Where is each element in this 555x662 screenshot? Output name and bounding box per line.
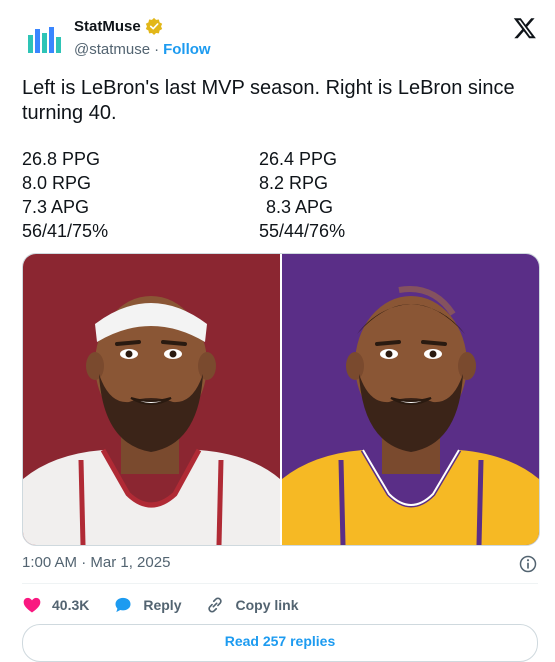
stat-left-rpg: 8.0 RPG	[22, 173, 92, 193]
statmuse-logo-icon	[28, 27, 61, 53]
stat-left-ppg: 26.8 PPG	[22, 149, 101, 169]
stat-row: 26.8 PPG 26.4 PPG	[22, 147, 527, 171]
divider	[22, 583, 538, 584]
tweet-text: Left is LeBron's last MVP season. Right …	[22, 77, 515, 124]
author-name[interactable]: StatMuse	[74, 18, 141, 35]
author-handle-row: @statmuse · Follow	[74, 41, 211, 58]
lebron-lakers-illustration	[282, 254, 539, 545]
verified-badge-icon	[145, 17, 162, 35]
lebron-heat-illustration	[23, 254, 280, 545]
stat-right-apg: 8.3 APG	[266, 197, 334, 217]
like-count: 40.3K	[52, 597, 90, 613]
link-icon	[208, 597, 223, 613]
stat-row: 7.3 APG 8.3 APG	[22, 195, 527, 219]
follow-button[interactable]: Follow	[163, 41, 211, 58]
stat-row: 56/41/75% 55/44/76%	[22, 219, 527, 243]
tweet-timestamp[interactable]: 1:00 AM · Mar 1, 2025	[22, 554, 170, 571]
reply-label: Reply	[143, 597, 182, 613]
copy-link-button[interactable]: Copy link	[205, 595, 299, 615]
reply-button[interactable]: Reply	[113, 595, 181, 615]
tweet-card: StatMuse @statmuse · Follow Left is LeBr…	[0, 0, 555, 662]
author-handle[interactable]: @statmuse	[74, 41, 150, 58]
stat-right-ppg: 26.4 PPG	[259, 149, 338, 169]
separator-dot: ·	[154, 41, 160, 58]
stat-right-rpg: 8.2 RPG	[259, 173, 329, 193]
stat-left-shooting: 56/41/75%	[22, 221, 109, 241]
author-avatar[interactable]	[22, 16, 70, 64]
stat-left-apg: 7.3 APG	[22, 197, 90, 217]
action-bar: 40.3K Reply Copy link	[22, 593, 323, 617]
info-icon[interactable]	[518, 554, 538, 574]
read-replies-button[interactable]: Read 257 replies	[22, 624, 538, 662]
stats-block: 26.8 PPG 26.4 PPG 8.0 RPG 8.2 RPG 7.3 AP…	[22, 147, 527, 243]
timestamp-row: 1:00 AM · Mar 1, 2025	[22, 554, 538, 576]
reply-bubble-icon	[115, 597, 131, 613]
author-name-row: StatMuse	[74, 17, 163, 35]
like-button[interactable]: 40.3K	[22, 595, 89, 615]
stat-row: 8.0 RPG 8.2 RPG	[22, 171, 527, 195]
tweet-media-image[interactable]	[22, 253, 540, 546]
stat-right-shooting: 55/44/76%	[259, 221, 346, 241]
x-logo-icon[interactable]	[512, 16, 538, 40]
copy-link-label: Copy link	[235, 597, 299, 613]
heart-icon	[23, 597, 41, 613]
